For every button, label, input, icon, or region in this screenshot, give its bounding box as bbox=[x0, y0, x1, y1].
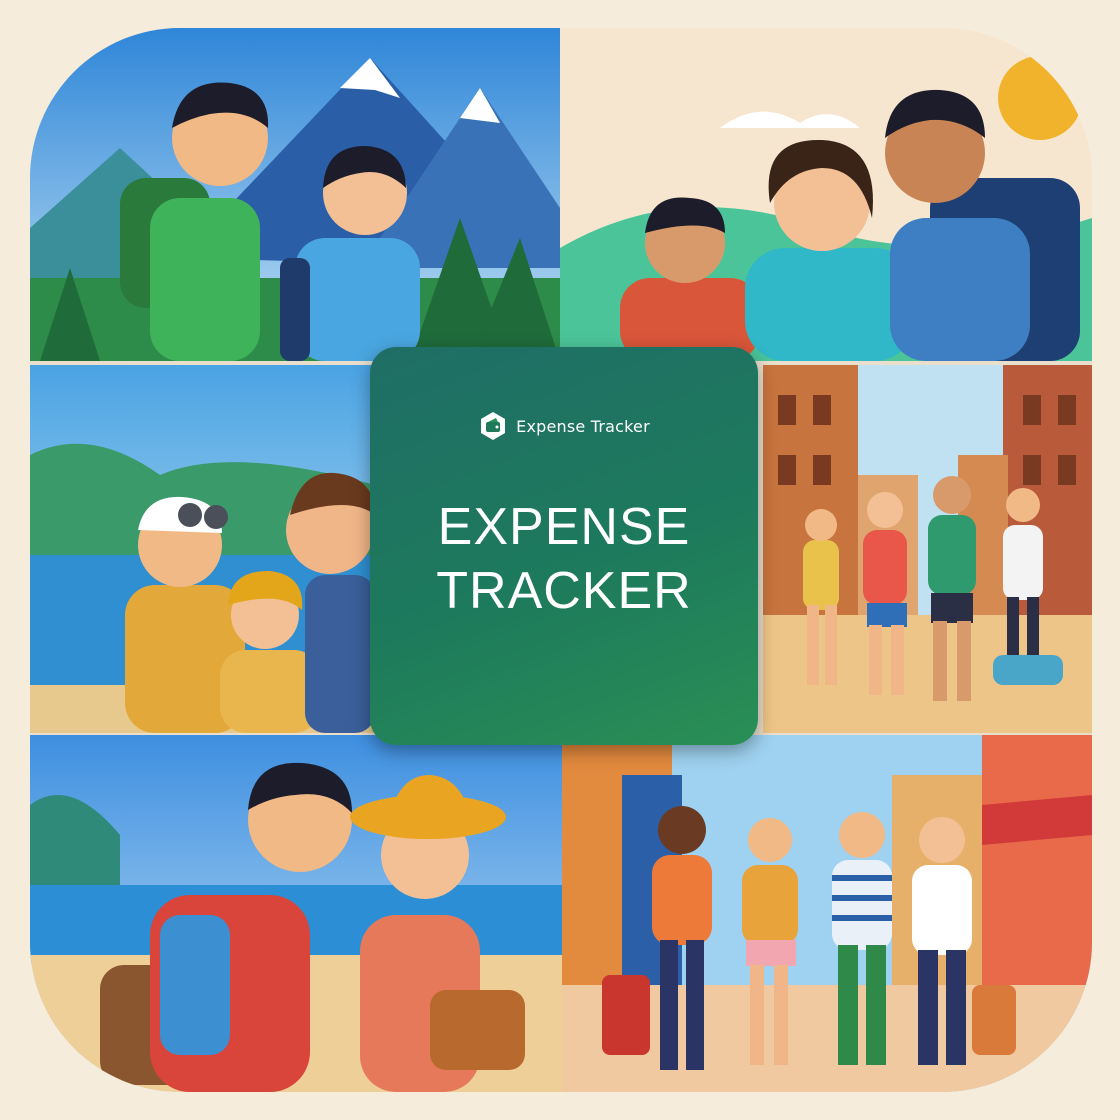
wallet-hexagon-icon bbox=[481, 412, 506, 440]
illustration-city-travelers-luggage bbox=[562, 735, 1092, 1092]
headline-line-2: TRACKER bbox=[436, 562, 692, 620]
brand-name: Expense Tracker bbox=[516, 416, 650, 436]
brand-lockup: Expense Tracker bbox=[370, 411, 758, 441]
illustration-beach-couple bbox=[30, 735, 562, 1092]
title-card: Expense Tracker EXPENSE TRACKER bbox=[370, 347, 758, 745]
headline: EXPENSE TRACKER bbox=[370, 495, 758, 623]
illustration-beach-family bbox=[30, 365, 375, 733]
illustration-city-street-walkers bbox=[763, 365, 1092, 733]
illustration-mountain-hikers bbox=[30, 28, 560, 361]
headline-line-1: EXPENSE bbox=[437, 498, 691, 556]
illustration-family-travelers bbox=[560, 28, 1092, 361]
